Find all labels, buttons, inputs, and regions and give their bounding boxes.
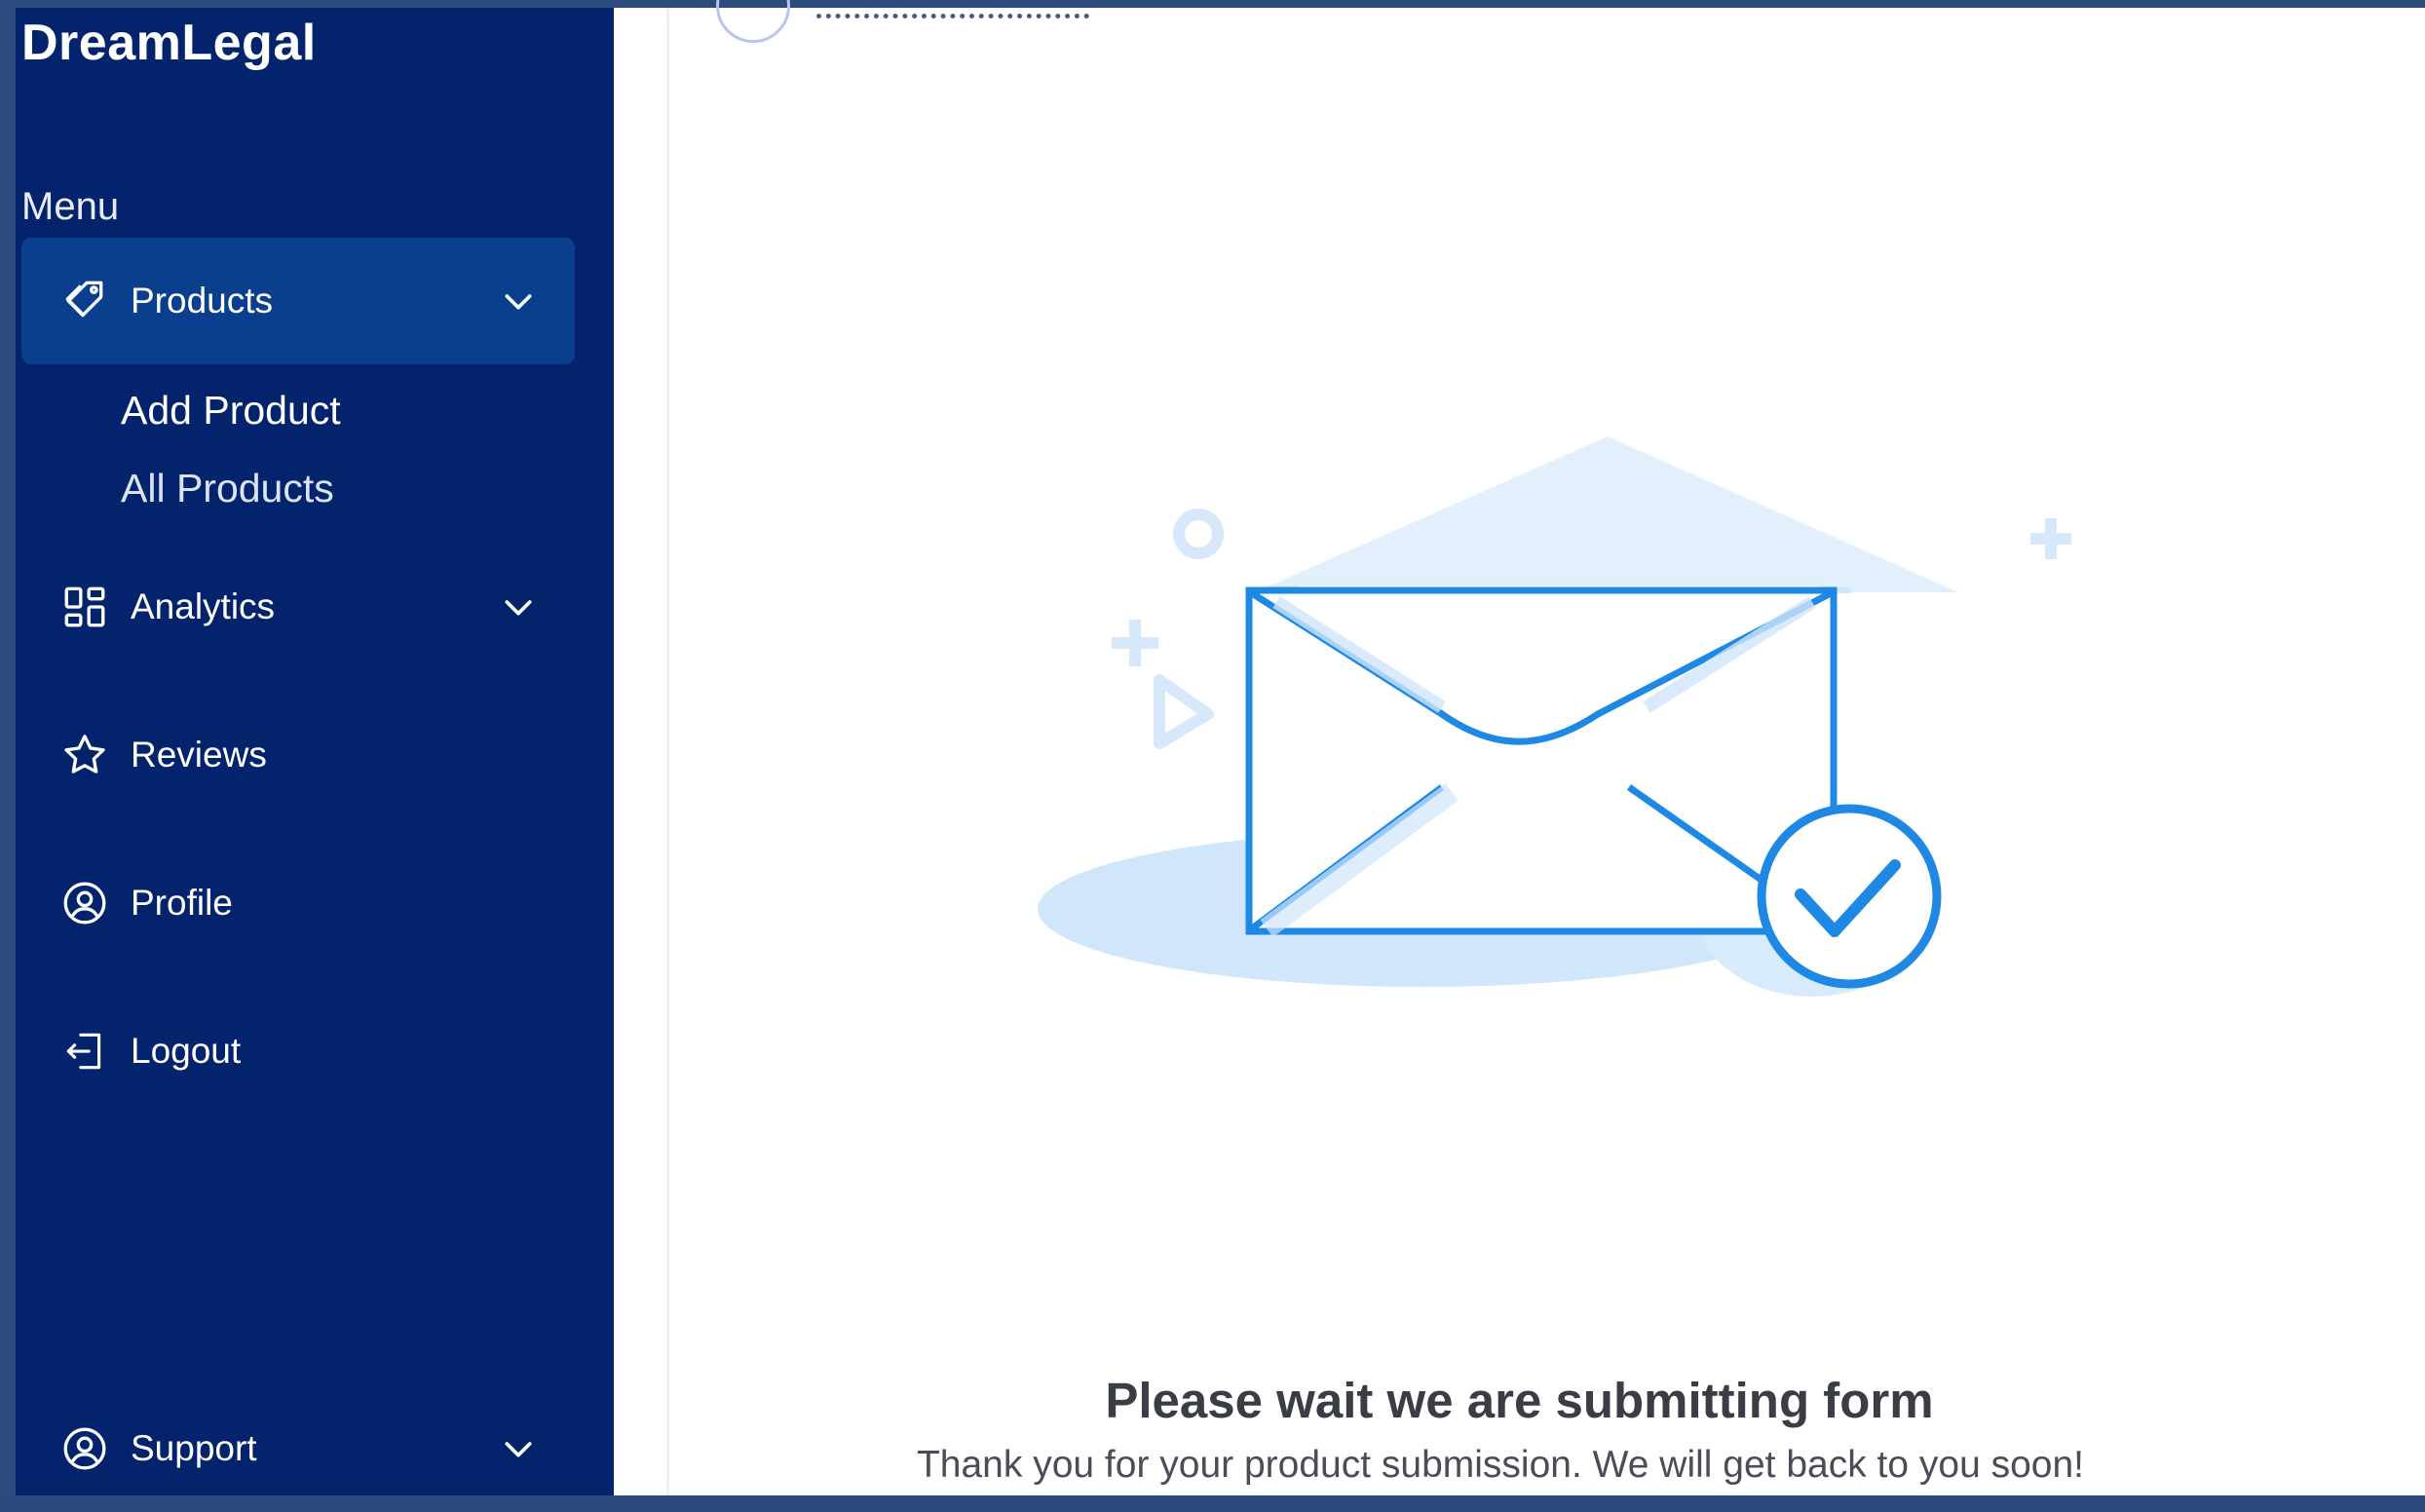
status-title: Please wait we are submitting form bbox=[1105, 1373, 1934, 1428]
app-window: DreamLegal Menu Products Add Product All… bbox=[0, 0, 2425, 1495]
chevron-down-icon[interactable] bbox=[499, 282, 538, 321]
sidebar-item-label: Logout bbox=[131, 1031, 242, 1071]
tag-icon bbox=[60, 277, 109, 325]
content-divider bbox=[666, 8, 669, 1495]
logout-icon bbox=[60, 1027, 109, 1076]
sidebar: DreamLegal Menu Products Add Product All… bbox=[16, 8, 614, 1495]
sidebar-item-label: Products bbox=[131, 281, 274, 321]
envelope-success-icon bbox=[1038, 436, 2071, 997]
sidebar-item-analytics[interactable]: Analytics bbox=[21, 544, 575, 670]
step-indicator-line bbox=[816, 8, 1089, 19]
sidebar-item-products[interactable]: Products bbox=[21, 238, 575, 364]
sidebar-item-reviews[interactable]: Reviews bbox=[21, 692, 575, 818]
sidebar-item-label: Analytics bbox=[131, 586, 276, 626]
chevron-down-icon[interactable] bbox=[499, 1429, 538, 1468]
sidebar-item-logout[interactable]: Logout bbox=[21, 988, 575, 1115]
step-indicator-icon bbox=[716, 0, 790, 43]
sidebar-item-profile[interactable]: Profile bbox=[21, 840, 575, 966]
menu-heading: Menu bbox=[21, 185, 120, 228]
grid-icon bbox=[60, 583, 109, 631]
brand-logo[interactable]: DreamLegal bbox=[21, 14, 317, 72]
main-content: Please wait we are submitting form Thank… bbox=[614, 0, 2425, 1495]
support-icon bbox=[60, 1424, 109, 1473]
sidebar-item-label: Profile bbox=[131, 883, 233, 923]
sidebar-subitem-add-product[interactable]: Add Product bbox=[121, 388, 341, 434]
status-subtitle: Thank you for your product submission. W… bbox=[916, 1444, 2085, 1486]
sidebar-subitem-all-products[interactable]: All Products bbox=[121, 466, 334, 511]
sidebar-item-label: Reviews bbox=[131, 735, 267, 775]
star-icon bbox=[60, 731, 109, 779]
user-circle-icon bbox=[60, 879, 109, 927]
chevron-down-icon[interactable] bbox=[499, 587, 538, 626]
sidebar-item-label: Support bbox=[131, 1428, 257, 1468]
sidebar-item-support[interactable]: Support bbox=[21, 1385, 575, 1512]
